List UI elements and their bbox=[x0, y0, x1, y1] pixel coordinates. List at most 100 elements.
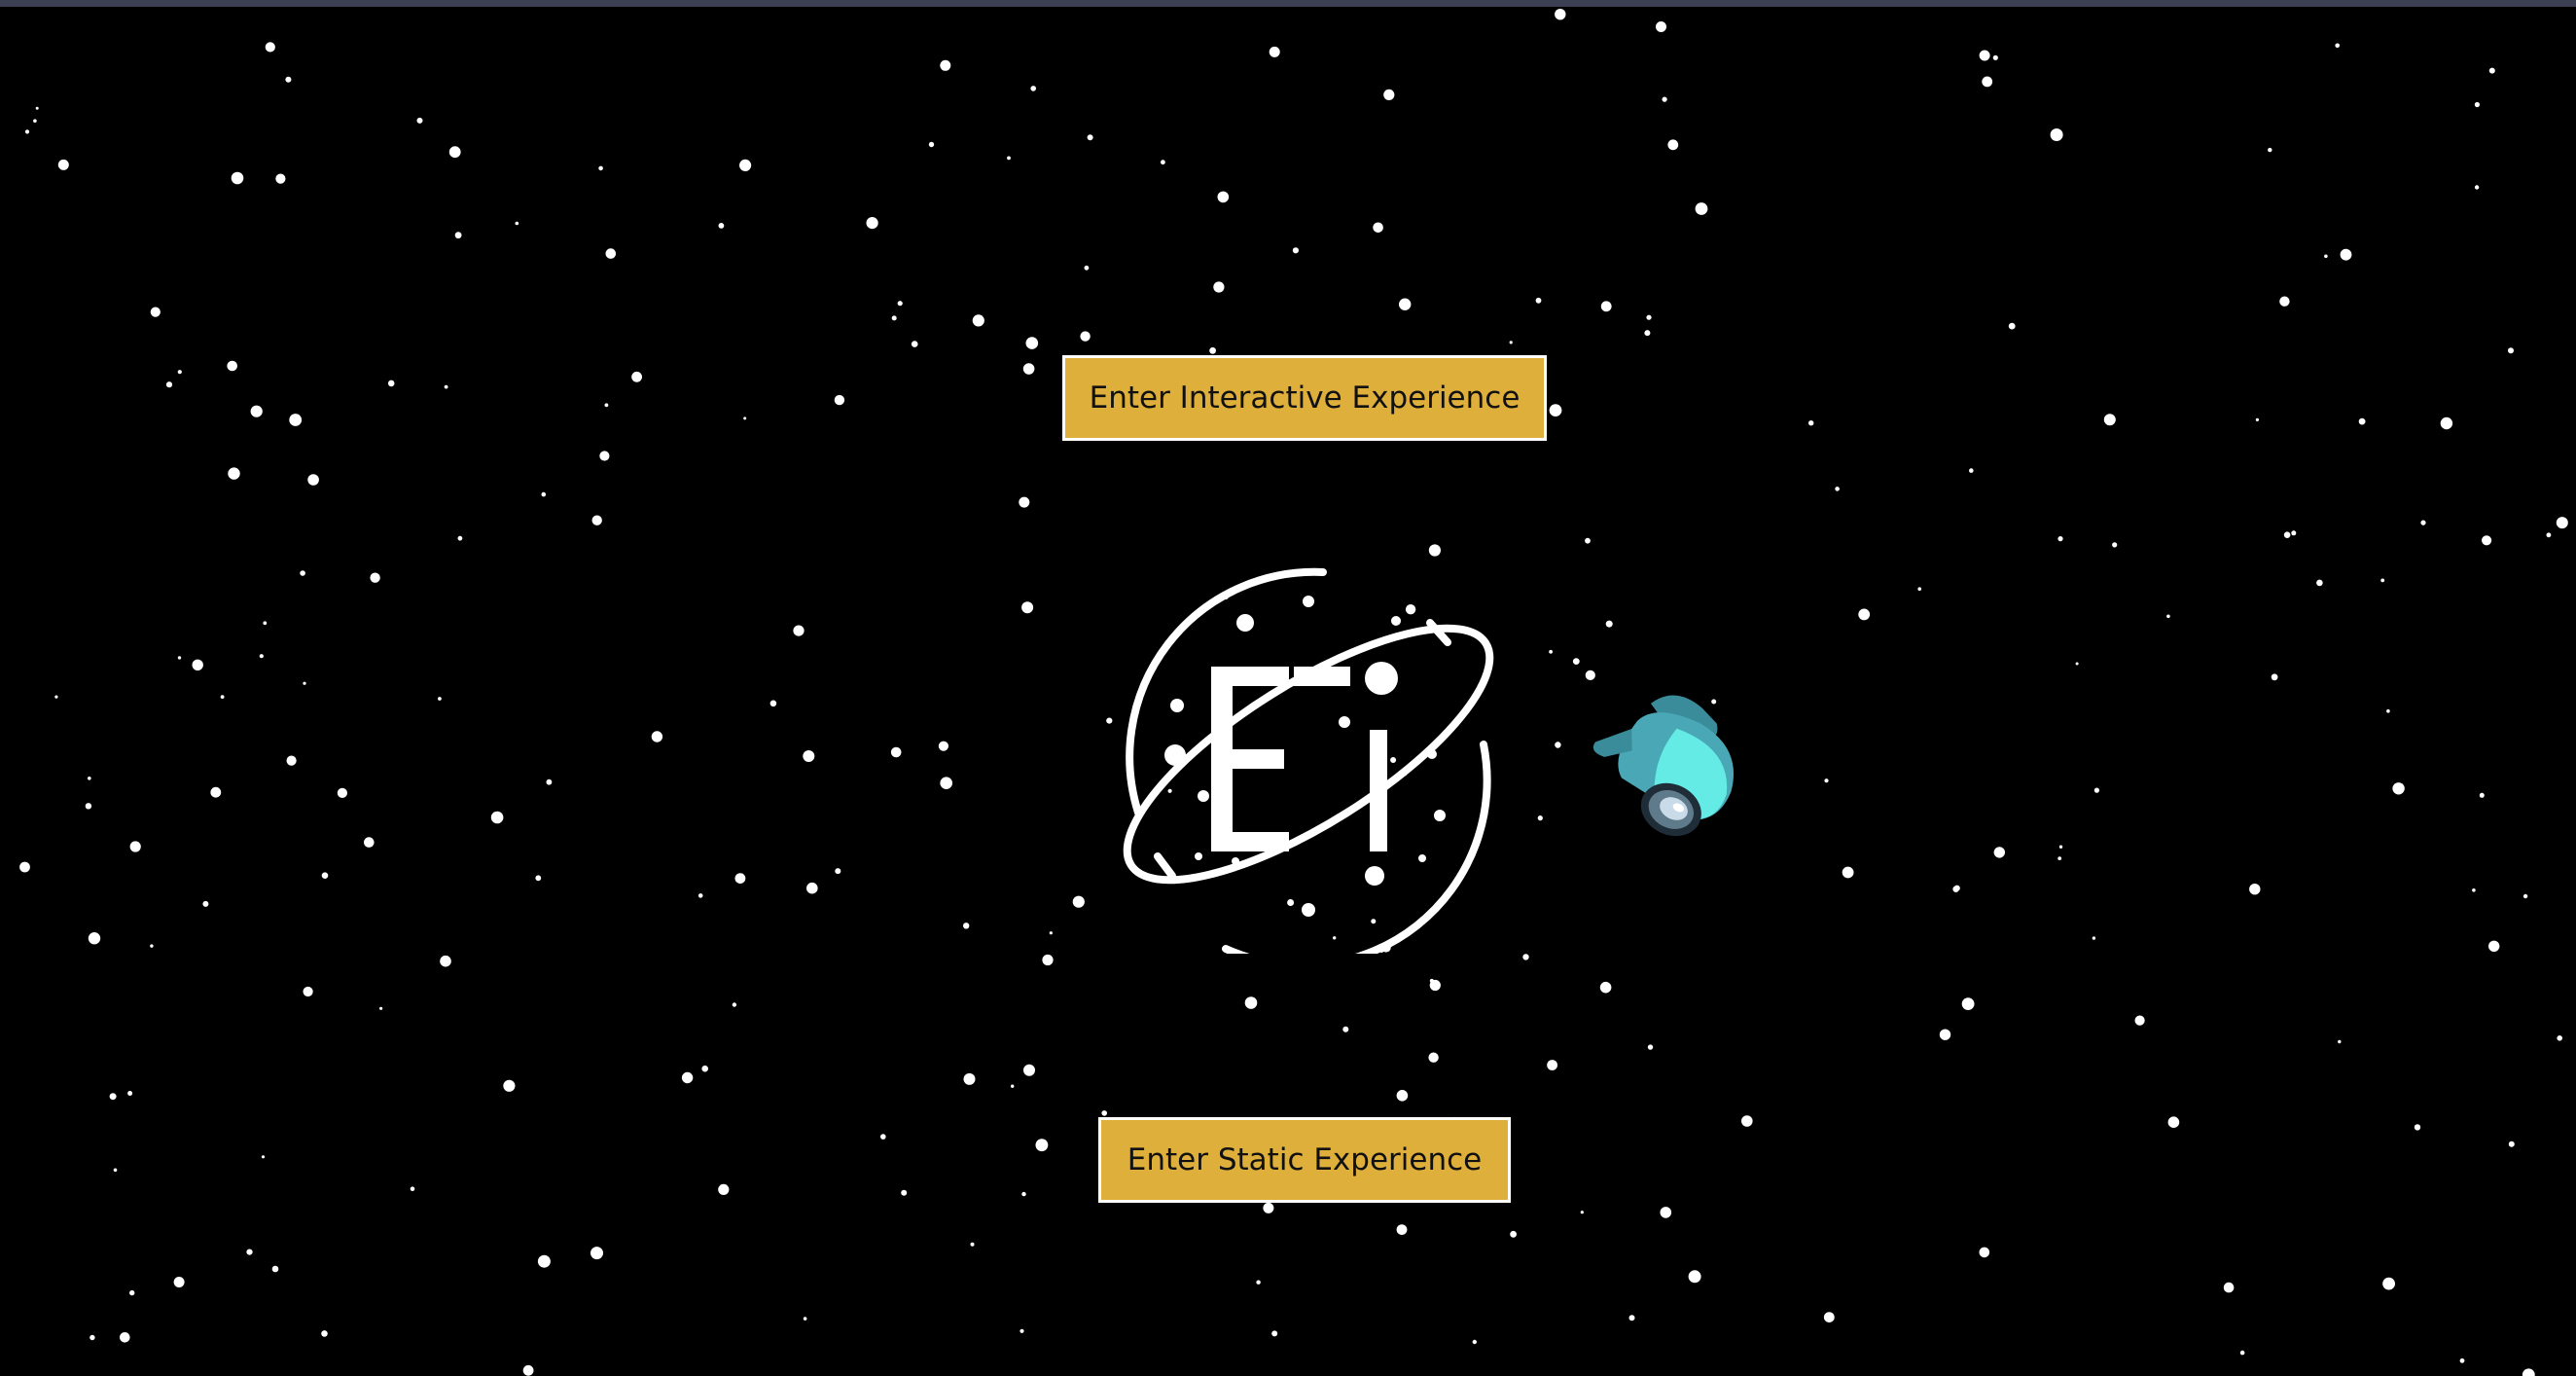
top-strip bbox=[0, 0, 2576, 7]
star bbox=[2459, 1358, 2465, 1363]
star bbox=[1342, 1026, 1349, 1032]
star bbox=[1952, 886, 1959, 892]
star bbox=[2271, 673, 2278, 681]
star bbox=[289, 414, 303, 426]
star bbox=[1646, 314, 1652, 320]
star bbox=[177, 370, 182, 375]
star bbox=[963, 1072, 976, 1085]
star bbox=[1549, 649, 1553, 654]
star bbox=[537, 1254, 551, 1268]
star bbox=[54, 695, 58, 699]
star bbox=[535, 875, 542, 882]
star bbox=[275, 173, 286, 184]
star bbox=[129, 841, 141, 852]
star bbox=[1022, 363, 1035, 375]
star bbox=[2382, 1277, 2396, 1290]
star bbox=[2474, 185, 2480, 190]
star bbox=[599, 451, 610, 461]
star bbox=[1049, 931, 1053, 935]
star bbox=[1023, 1064, 1035, 1076]
star bbox=[897, 301, 903, 307]
star bbox=[732, 1002, 737, 1007]
star bbox=[109, 1093, 117, 1101]
star bbox=[89, 1334, 95, 1341]
star bbox=[220, 695, 225, 699]
star bbox=[263, 621, 268, 626]
star bbox=[890, 746, 902, 758]
star bbox=[1213, 281, 1225, 293]
enter-interactive-experience-button[interactable]: Enter Interactive Experience bbox=[1062, 355, 1547, 441]
star bbox=[1399, 298, 1412, 310]
star bbox=[1042, 954, 1054, 966]
star bbox=[250, 405, 263, 417]
star bbox=[1396, 1224, 1408, 1235]
star bbox=[379, 1006, 383, 1010]
star bbox=[231, 171, 244, 185]
star bbox=[1292, 247, 1299, 254]
star bbox=[150, 944, 154, 948]
star bbox=[1585, 537, 1591, 544]
star bbox=[1979, 50, 1990, 61]
star bbox=[2522, 1368, 2535, 1376]
star bbox=[2340, 248, 2352, 261]
star bbox=[1808, 420, 1814, 426]
star bbox=[1030, 86, 1036, 91]
star bbox=[88, 777, 91, 780]
star bbox=[1969, 468, 1974, 473]
star bbox=[192, 659, 203, 670]
star bbox=[1101, 1110, 1107, 1116]
star bbox=[1269, 46, 1280, 57]
star bbox=[631, 371, 642, 382]
star bbox=[2472, 888, 2476, 892]
star bbox=[259, 654, 264, 659]
star bbox=[1373, 222, 1383, 234]
star bbox=[866, 217, 878, 230]
star bbox=[228, 467, 240, 480]
star bbox=[1961, 997, 1975, 1010]
star bbox=[300, 570, 305, 576]
star bbox=[1209, 346, 1216, 354]
star bbox=[19, 861, 30, 873]
star bbox=[2112, 542, 2118, 548]
star bbox=[598, 165, 603, 171]
star bbox=[1472, 1339, 1478, 1345]
star bbox=[210, 786, 222, 798]
star bbox=[113, 1168, 118, 1173]
star bbox=[1939, 1029, 1951, 1040]
enter-static-experience-button[interactable]: Enter Static Experience bbox=[1098, 1117, 1511, 1203]
star bbox=[963, 923, 970, 929]
star bbox=[1992, 54, 1998, 60]
star bbox=[1161, 160, 1165, 165]
star bbox=[2239, 1350, 2245, 1356]
star bbox=[2508, 1141, 2515, 1147]
star bbox=[1087, 134, 1093, 141]
star bbox=[1019, 496, 1030, 508]
star bbox=[515, 221, 519, 226]
star bbox=[2008, 322, 2016, 330]
star bbox=[177, 656, 182, 660]
star bbox=[1835, 487, 1840, 491]
star bbox=[835, 868, 841, 875]
star bbox=[246, 1249, 253, 1255]
star bbox=[1660, 1207, 1672, 1218]
star bbox=[1256, 1280, 1261, 1285]
star bbox=[793, 625, 805, 636]
star bbox=[321, 872, 329, 879]
star bbox=[769, 700, 777, 707]
star bbox=[88, 932, 101, 945]
star bbox=[490, 811, 504, 824]
star bbox=[901, 1189, 908, 1196]
star bbox=[806, 882, 818, 894]
star bbox=[940, 59, 951, 71]
star bbox=[2316, 579, 2323, 587]
star bbox=[546, 779, 553, 785]
star bbox=[1667, 139, 1679, 151]
star bbox=[1605, 620, 1613, 628]
star bbox=[1084, 265, 1090, 271]
star bbox=[1217, 191, 1230, 203]
star bbox=[928, 141, 935, 148]
star bbox=[1396, 1090, 1409, 1102]
star bbox=[387, 380, 395, 387]
star bbox=[303, 986, 313, 997]
star bbox=[2092, 936, 2096, 940]
